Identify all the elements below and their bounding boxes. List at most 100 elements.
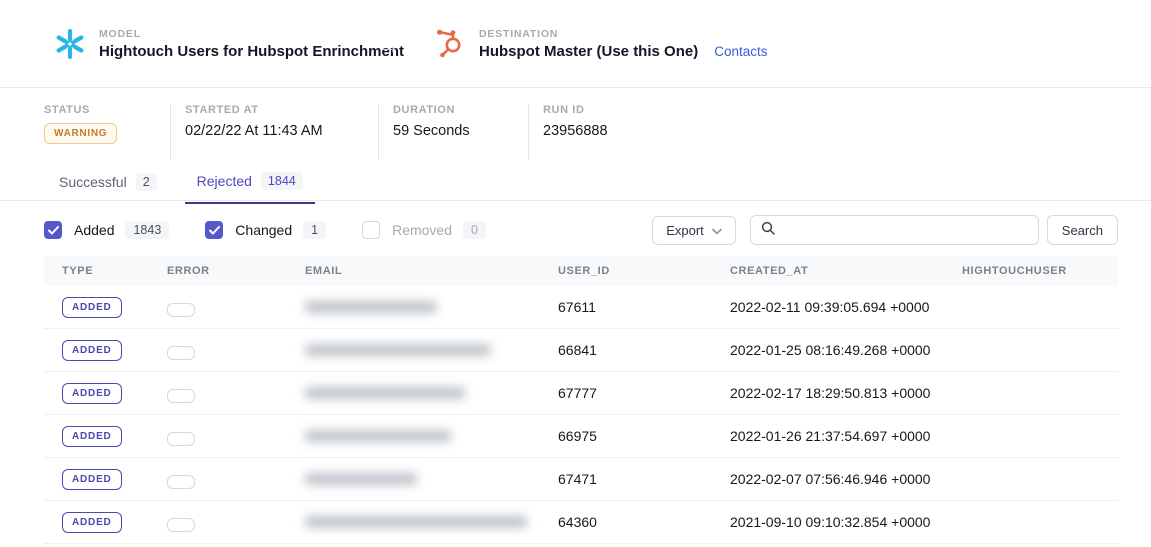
- search-input[interactable]: [783, 223, 1028, 238]
- created-at-cell: 2022-01-25 08:16:49.268 +0000: [712, 342, 944, 358]
- filter-label: Added: [74, 222, 114, 238]
- destination-group: DESTINATION Hubspot Master (Use this One…: [432, 26, 767, 62]
- view-error-button[interactable]: [167, 518, 195, 532]
- tab-count-badge: 1844: [261, 172, 303, 190]
- destination-name[interactable]: Hubspot Master (Use this One): [479, 43, 698, 60]
- type-badge: ADDED: [62, 340, 122, 361]
- model-name[interactable]: Hightouch Users for Hubspot Enrinchment: [99, 43, 404, 60]
- table-row: ADDED 67611 2022-02-11 09:39:05.694 +000…: [44, 286, 1118, 329]
- created-at-cell: 2021-09-10 09:10:32.854 +0000: [712, 514, 944, 530]
- filter-label: Changed: [235, 222, 292, 238]
- redacted-email: [305, 430, 451, 442]
- checkbox[interactable]: [205, 221, 223, 239]
- created-at-cell: 2022-01-26 21:37:54.697 +0000: [712, 428, 944, 444]
- snowflake-icon: [52, 26, 88, 62]
- created-at-cell: 2022-02-17 18:29:50.813 +0000: [712, 385, 944, 401]
- column-header-created-at: CREATED_AT: [712, 265, 944, 277]
- user-id-cell: 66975: [540, 428, 712, 444]
- duration-label: DURATION: [393, 104, 528, 116]
- search-box: [750, 215, 1039, 245]
- type-badge: ADDED: [62, 469, 122, 490]
- checkbox[interactable]: [362, 221, 380, 239]
- search-icon: [761, 221, 775, 240]
- run-id-value: 23956888: [543, 123, 728, 139]
- table-row: ADDED 67777 2022-02-17 18:29:50.813 +000…: [44, 372, 1118, 415]
- table-row: ADDED 67471 2022-02-07 07:56:46.946 +000…: [44, 458, 1118, 501]
- table-row: ADDED 66841 2022-01-25 08:16:49.268 +000…: [44, 329, 1118, 372]
- started-at-value: 02/22/22 At 11:43 AM: [185, 123, 378, 139]
- status-cell: STATUS WARNING: [44, 104, 170, 160]
- table-header: TYPE ERROR EMAIL USER_ID CREATED_AT HIGH…: [44, 256, 1118, 286]
- view-error-button[interactable]: [167, 432, 195, 446]
- table-row: ADDED 66975 2022-01-26 21:37:54.697 +000…: [44, 415, 1118, 458]
- column-header-error: ERROR: [149, 265, 287, 277]
- view-error-button[interactable]: [167, 389, 195, 403]
- view-error-button[interactable]: [167, 475, 195, 489]
- toolbar-right: Export Search: [652, 215, 1118, 245]
- run-header: MODEL Hightouch Users for Hubspot Enrinc…: [0, 0, 1151, 88]
- model-group: MODEL Hightouch Users for Hubspot Enrinc…: [52, 26, 404, 62]
- type-badge: ADDED: [62, 512, 122, 533]
- user-id-cell: 66841: [540, 342, 712, 358]
- rejected-rows-table: TYPE ERROR EMAIL USER_ID CREATED_AT HIGH…: [44, 256, 1118, 544]
- redacted-email: [305, 301, 437, 313]
- duration-value: 59 Seconds: [393, 123, 528, 139]
- filter-count-badge: 0: [463, 221, 486, 239]
- tab-label: Successful: [59, 174, 127, 190]
- filter-label: Removed: [392, 222, 452, 238]
- arrow-right-icon: →: [378, 33, 400, 59]
- redacted-email: [305, 473, 417, 485]
- view-error-button[interactable]: [167, 346, 195, 360]
- filter-toolbar-row: Added 1843 Changed 1 Removed 0 Export: [44, 214, 1118, 246]
- redacted-email: [305, 516, 527, 528]
- table-row: ADDED 64360 2021-09-10 09:10:32.854 +000…: [44, 501, 1118, 544]
- user-id-cell: 67471: [540, 471, 712, 487]
- status-badge: WARNING: [44, 123, 117, 144]
- type-filter[interactable]: Changed 1: [205, 221, 326, 239]
- column-header-user-id: USER_ID: [540, 265, 712, 277]
- user-id-cell: 67611: [540, 299, 712, 315]
- type-filters: Added 1843 Changed 1 Removed 0: [44, 221, 522, 239]
- redacted-email: [305, 344, 491, 356]
- created-at-cell: 2022-02-11 09:39:05.694 +0000: [712, 299, 944, 315]
- model-eyebrow: MODEL: [99, 28, 404, 40]
- search-button[interactable]: Search: [1047, 215, 1118, 245]
- tab-count-badge: 2: [136, 173, 157, 191]
- type-filter[interactable]: Removed 0: [362, 221, 486, 239]
- status-bar: STATUS WARNING STARTED AT 02/22/22 At 11…: [0, 88, 1151, 160]
- user-id-cell: 64360: [540, 514, 712, 530]
- started-at-cell: STARTED AT 02/22/22 At 11:43 AM: [170, 104, 378, 160]
- type-badge: ADDED: [62, 297, 122, 318]
- checkbox-check-icon: [209, 226, 220, 235]
- checkbox-check-icon: [48, 226, 59, 235]
- tab-label: Rejected: [197, 173, 252, 189]
- destination-eyebrow: DESTINATION: [479, 28, 767, 40]
- tabs-divider: [0, 200, 1151, 201]
- checkbox[interactable]: [44, 221, 62, 239]
- column-header-hightouchuser: HIGHTOUCHUSER: [944, 265, 1118, 277]
- hubspot-icon: [432, 26, 468, 62]
- redacted-email: [305, 387, 465, 399]
- view-error-button[interactable]: [167, 303, 195, 317]
- filter-count-badge: 1843: [125, 221, 169, 239]
- created-at-cell: 2022-02-07 07:56:46.946 +0000: [712, 471, 944, 487]
- contacts-link[interactable]: Contacts: [714, 44, 767, 59]
- started-at-label: STARTED AT: [185, 104, 378, 116]
- user-id-cell: 67777: [540, 385, 712, 401]
- result-tabs: Successful 2 Rejected 1844: [47, 172, 315, 203]
- table-body: ADDED 67611 2022-02-11 09:39:05.694 +000…: [44, 286, 1118, 544]
- run-id-cell: RUN ID 23956888: [528, 104, 728, 160]
- type-filter[interactable]: Added 1843: [44, 221, 169, 239]
- type-badge: ADDED: [62, 426, 122, 447]
- type-badge: ADDED: [62, 383, 122, 404]
- filter-count-badge: 1: [303, 221, 326, 239]
- sync-run-page: MODEL Hightouch Users for Hubspot Enrinc…: [0, 0, 1151, 547]
- column-header-email: EMAIL: [287, 265, 540, 277]
- status-label: STATUS: [44, 104, 170, 116]
- run-id-label: RUN ID: [543, 104, 728, 116]
- export-button-label: Export: [666, 223, 704, 238]
- export-button[interactable]: Export: [652, 216, 736, 245]
- tab[interactable]: Successful 2: [47, 172, 169, 203]
- duration-cell: DURATION 59 Seconds: [378, 104, 528, 160]
- chevron-down-icon: [712, 223, 722, 238]
